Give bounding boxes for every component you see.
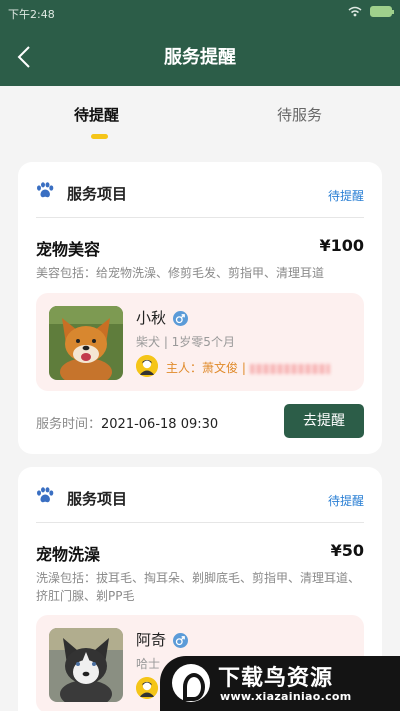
status-time: 下午2:48 — [8, 8, 55, 21]
status-icons — [348, 6, 394, 17]
watermark-title: 下载鸟资源 — [218, 666, 334, 691]
owner-name: 主人：萧文俊 | — [166, 361, 246, 375]
service-description: 洗澡包括：拔耳毛、掏耳朵、剃脚底毛、剪指甲、清理耳道、挤肛门腺、剃PP毛 — [36, 571, 361, 603]
watermark-url: www.xiazainiao.com — [220, 690, 352, 703]
card-header-title: 服务项目 — [67, 185, 128, 203]
card-header: 服务项目 待提醒 — [18, 467, 382, 523]
service-description: 美容包括：给宠物洗澡、修剪毛发、剪指甲、清理耳道 — [36, 266, 325, 280]
service-time: 服务时间：2021-06-18 09:30 — [36, 413, 218, 432]
service-time-label: 服务时间： — [36, 417, 102, 432]
service-price: ¥50 — [330, 541, 364, 560]
male-icon — [173, 311, 188, 326]
watermark-logo-icon — [172, 664, 210, 702]
tab-bar: 待提醒 待服务 — [0, 86, 400, 148]
page-title: 服务提醒 — [164, 47, 236, 68]
tab-pending-service[interactable]: 待服务 — [277, 104, 322, 125]
watermark-banner: 下载鸟资源 www.xiazainiao.com — [160, 656, 400, 711]
pet-breed-age: 哈士 — [136, 657, 161, 671]
pet-name: 小秋 — [136, 309, 167, 327]
male-icon — [173, 633, 188, 648]
service-name: 宠物美容 — [36, 240, 101, 259]
card-header-title: 服务项目 — [67, 490, 128, 508]
tab-active-indicator — [91, 134, 108, 139]
owner-info: 主人：萧文俊 | — [166, 359, 330, 376]
divider — [36, 217, 364, 218]
nav-bar: 服务提醒 — [0, 26, 400, 86]
paw-icon — [37, 487, 54, 503]
wifi-icon — [348, 6, 362, 17]
owner-avatar — [136, 355, 158, 377]
pet-photo — [49, 628, 123, 702]
remind-button[interactable]: 去提醒 — [284, 404, 364, 438]
card-status-link[interactable]: 待提醒 — [328, 187, 364, 204]
status-bar: 下午2:48 — [0, 0, 400, 26]
tab-pending-reminder[interactable]: 待提醒 — [74, 104, 119, 125]
pet-photo — [49, 306, 123, 380]
service-time-value: 2021-06-18 09:30 — [101, 417, 219, 432]
pet-info-box[interactable]: 小秋 柴犬 | 1岁零5个月 主人：萧文俊 | — [36, 293, 364, 391]
service-price: ¥100 — [319, 236, 364, 255]
service-card: 服务项目 待提醒 宠物美容 ¥100 美容包括：给宠物洗澡、修剪毛发、剪指甲、清… — [18, 162, 382, 454]
owner-avatar — [136, 677, 158, 699]
battery-icon — [370, 6, 394, 17]
card-status-link[interactable]: 待提醒 — [328, 492, 364, 509]
pet-name: 阿奇 — [136, 631, 167, 649]
owner-phone-redacted — [249, 363, 330, 374]
service-name: 宠物洗澡 — [36, 545, 101, 564]
paw-icon — [37, 182, 54, 198]
pet-breed-age: 柴犬 | 1岁零5个月 — [136, 335, 235, 349]
card-header: 服务项目 待提醒 — [18, 162, 382, 218]
divider — [36, 522, 364, 523]
